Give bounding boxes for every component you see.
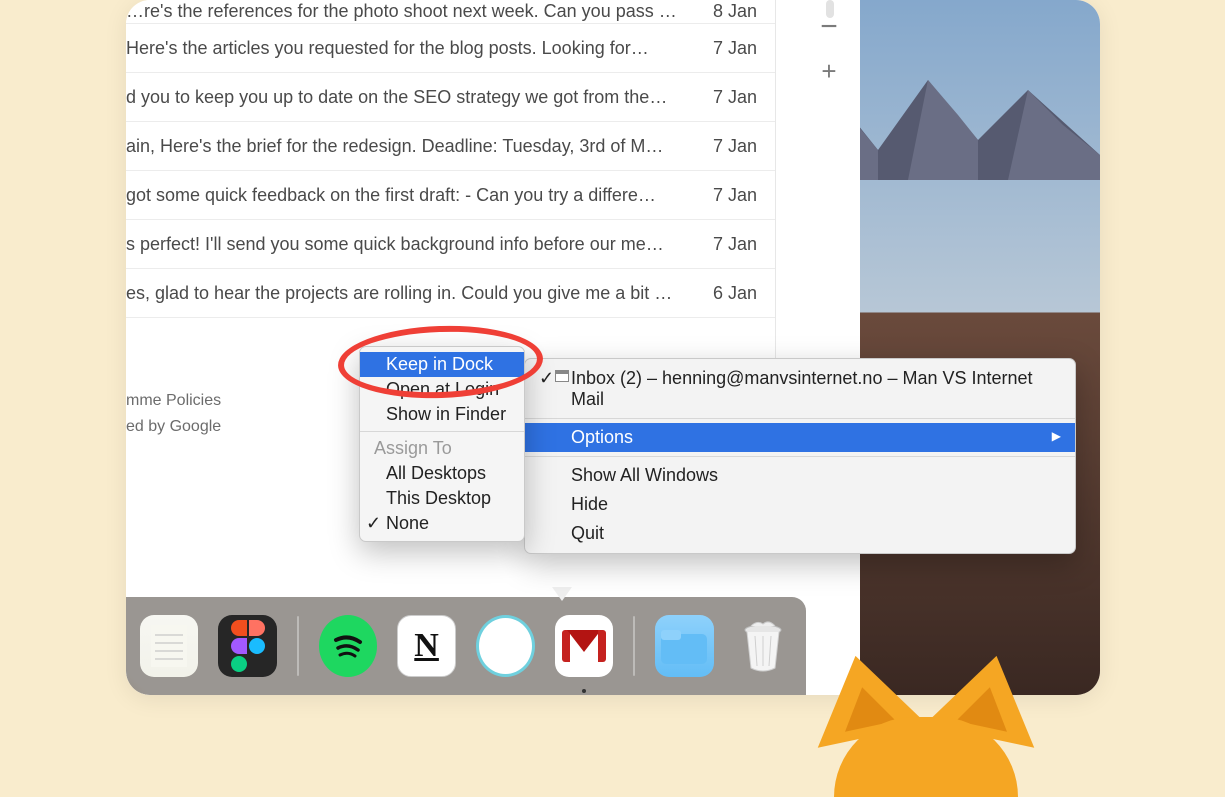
submenu-open-at-login[interactable]: Open at Login (360, 377, 524, 402)
menu-pointer (552, 587, 572, 601)
email-date: 6 Jan (701, 283, 757, 304)
zoom-in-button[interactable]: + (814, 56, 844, 86)
submenu-none-label: None (386, 513, 429, 533)
email-date: 7 Jan (701, 136, 757, 157)
email-row[interactable]: ain, Here's the brief for the redesign. … (126, 122, 775, 171)
email-row[interactable]: …re's the references for the photo shoot… (126, 0, 775, 24)
spotify-icon (328, 626, 368, 666)
email-row[interactable]: s perfect! I'll send you some quick back… (126, 220, 775, 269)
running-indicator (582, 689, 586, 693)
dock-app-spotify[interactable] (319, 615, 377, 677)
email-date: 7 Jan (701, 87, 757, 108)
window-icon (555, 370, 569, 382)
screenshot-frame: − + …re's the references for the photo s… (126, 0, 1100, 695)
email-row[interactable]: got some quick feedback on the first dra… (126, 171, 775, 220)
submenu-show-in-finder[interactable]: Show in Finder (360, 402, 524, 427)
gmail-icon (562, 630, 606, 662)
submenu-all-desktops[interactable]: All Desktops (360, 461, 524, 486)
email-date: 7 Jan (701, 234, 757, 255)
dock-app-gmail[interactable] (555, 615, 613, 677)
zoom-out-button[interactable]: − (814, 12, 844, 42)
email-row[interactable]: es, glad to hear the projects are rollin… (126, 269, 775, 318)
dock-app-circle[interactable] (476, 615, 535, 677)
email-preview: es, glad to hear the projects are rollin… (126, 283, 672, 304)
submenu-keep-in-dock[interactable]: Keep in Dock (360, 352, 524, 377)
menu-window-label: Inbox (2) – henning@manvsinternet.no – M… (571, 368, 1033, 409)
menu-quit[interactable]: Quit (525, 519, 1075, 548)
submenu-assign-to-header: Assign To (360, 436, 524, 461)
trash-icon (741, 620, 785, 672)
notion-icon: N (414, 627, 439, 665)
menu-separator (525, 456, 1075, 457)
email-list-panel: …re's the references for the photo shoot… (126, 0, 776, 372)
options-submenu: Keep in Dock Open at Login Show in Finde… (359, 346, 525, 542)
footer-policies: mme Policies (126, 392, 221, 410)
dock-app-notion[interactable]: N (397, 615, 456, 677)
side-strip: − + (798, 0, 860, 695)
email-row[interactable]: Here's the articles you requested for th… (126, 24, 775, 73)
checkmark-icon: ✓ (539, 368, 554, 389)
notes-icon (151, 625, 187, 667)
dock: N (126, 597, 806, 695)
email-preview: ain, Here's the brief for the redesign. … (126, 136, 663, 157)
email-preview: d you to keep you up to date on the SEO … (126, 87, 667, 108)
email-date: 7 Jan (701, 38, 757, 59)
menu-window-item[interactable]: ✓ Inbox (2) – henning@manvsinternet.no –… (525, 364, 1075, 414)
desktop-wallpaper: − + (798, 0, 1100, 695)
menu-hide[interactable]: Hide (525, 490, 1075, 519)
dock-context-menu: ✓ Inbox (2) – henning@manvsinternet.no –… (524, 358, 1076, 554)
dock-app-figma[interactable] (218, 615, 276, 677)
email-preview: s perfect! I'll send you some quick back… (126, 234, 664, 255)
menu-options[interactable]: Options (525, 423, 1075, 452)
email-preview: got some quick feedback on the first dra… (126, 185, 656, 206)
email-date: 8 Jan (701, 1, 757, 22)
email-row[interactable]: d you to keep you up to date on the SEO … (126, 73, 775, 122)
menu-separator (525, 418, 1075, 419)
folder-icon (659, 626, 709, 666)
dock-separator (633, 616, 635, 676)
email-date: 7 Jan (701, 185, 757, 206)
dock-app-notes[interactable] (140, 615, 198, 677)
submenu-this-desktop[interactable]: This Desktop (360, 486, 524, 511)
dock-folder-downloads[interactable] (655, 615, 713, 677)
dock-trash[interactable] (734, 615, 792, 677)
menu-show-all-windows[interactable]: Show All Windows (525, 461, 1075, 490)
menu-options-label: Options (571, 427, 633, 447)
email-preview: …re's the references for the photo shoot… (126, 1, 677, 22)
menu-separator (360, 431, 524, 432)
email-preview: Here's the articles you requested for th… (126, 38, 649, 59)
decorative-cat (808, 655, 1044, 755)
dock-separator (297, 616, 299, 676)
submenu-none[interactable]: ✓ None (360, 511, 524, 536)
figma-icon (231, 620, 265, 672)
checkmark-icon: ✓ (366, 513, 381, 534)
footer-powered: ed by Google (126, 418, 221, 436)
